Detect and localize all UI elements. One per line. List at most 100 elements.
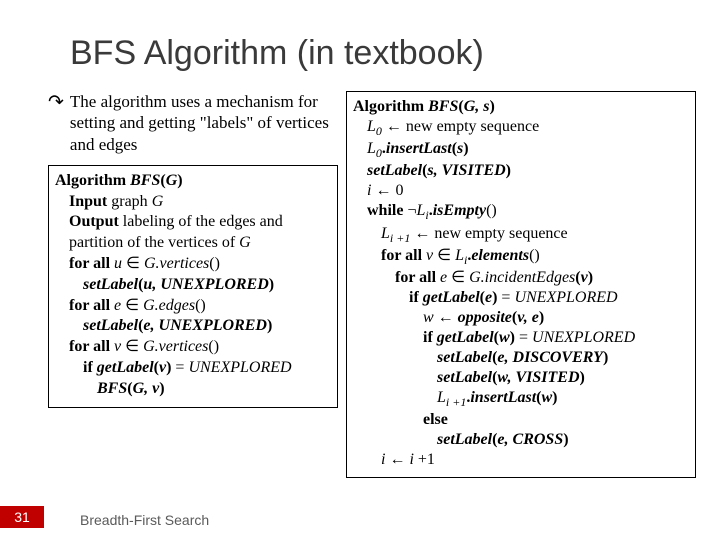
algorithm-right-box: Algorithm BFS(G, s) L0 ← new empty seque… [346,91,696,478]
arg: s, VISITED [427,162,505,179]
algo-line: L0 ← new empty sequence [367,117,689,139]
p: ) [552,389,557,406]
arg: e, UNEXPLORED [143,317,267,334]
fn: opposite [458,309,512,326]
p: ) [588,269,593,286]
txt: +1 [414,451,435,468]
algo-line: setLabel(u, UNEXPLORED) [83,275,331,296]
fn: BFS [428,98,458,115]
var: G [239,234,251,251]
p: () [529,247,540,264]
sym: ∈ [447,269,469,286]
arg: v [581,269,588,286]
p: () [208,338,219,355]
arg: G, s [464,98,490,115]
arg: e, CROSS [497,431,563,448]
p: ) [159,380,164,397]
sym: = [519,329,528,346]
var: G.vertices [144,255,209,272]
var: L [367,140,376,157]
bullet-text: The algorithm uses a mechanism for setti… [70,91,338,155]
bullet-icon: ↷ [48,91,64,115]
algo-line: for all u ∈ G.vertices() [69,254,331,275]
const: UNEXPLORED [510,289,617,306]
p: ) [267,317,272,334]
const: UNEXPLORED [528,329,635,346]
sym: ∈ [121,338,143,355]
fn: setLabel [83,317,138,334]
fn: getLabel [437,329,494,346]
kw: Algorithm [55,172,126,189]
fn: BFS [97,380,127,397]
kw: else [423,411,448,428]
algo-line: L0.insertLast(s) [367,139,689,161]
txt: graph [107,193,151,210]
kw: Input [69,193,107,210]
sym: ∈ [121,297,143,314]
arg: u, UNEXPLORED [143,276,268,293]
p: ) [269,276,274,293]
algo-line: for all e ∈ G.incidentEdges(v) [395,268,689,288]
var: L [455,247,464,264]
kw: if [423,329,437,346]
algo-line: setLabel(s, VISITED) [367,161,689,181]
left-column: ↷ The algorithm uses a mechanism for set… [22,91,338,478]
var: L [367,118,376,135]
algo-line: w ← opposite(v, e) [423,308,689,328]
fn: isEmpty [433,202,486,219]
kw: for all [69,297,114,314]
kw: if [83,359,97,376]
p: ) [463,140,468,157]
var: w [423,309,434,326]
algo-line: setLabel(e, CROSS) [437,430,689,450]
algo-line: setLabel(w, VISITED) [437,368,689,388]
p: ) [177,172,182,189]
subscript: i +1 [446,395,466,409]
algo-line: else [423,410,689,430]
var: u [114,255,122,272]
var: L [381,225,390,242]
bullet-item: ↷ The algorithm uses a mechanism for set… [48,91,338,155]
p: ) [506,162,511,179]
p: ) [580,369,585,386]
fn: setLabel [83,276,138,293]
p: ) [563,431,568,448]
algo-line: if getLabel(w) = UNEXPLORED [423,328,689,348]
fn: elements [471,247,529,264]
fn: setLabel [367,162,422,179]
algo-line: if getLabel(e) = UNEXPLORED [409,288,689,308]
var: G.incidentEdges [469,269,575,286]
arg: v, e [517,309,539,326]
algo-line: if getLabel(v) = UNEXPLORED [83,358,331,379]
algo-line: Li +1.insertLast(w) [437,388,689,410]
fn: setLabel [437,431,492,448]
fn: BFS [130,172,160,189]
var: L [437,389,446,406]
txt: ← new empty sequence [382,118,539,135]
kw: if [409,289,423,306]
fn: insertLast [386,140,452,157]
kw: for all [381,247,426,264]
algo-line: i ← i +1 [381,450,689,470]
fn: setLabel [437,369,492,386]
subscript: i +1 [390,231,410,245]
const: UNEXPLORED [184,359,291,376]
algo-line: for all v ∈ Li.elements() [381,246,689,268]
arg: w, VISITED [497,369,579,386]
p: () [209,255,220,272]
kw: for all [395,269,440,286]
fn: getLabel [423,289,480,306]
p: () [195,297,206,314]
algo-line: Algorithm BFS(G, s) [353,97,689,117]
var: G.vertices [143,338,208,355]
algo-line: Input graph G [69,192,331,213]
txt: ← 0 [371,182,403,199]
algo-line: for all e ∈ G.edges() [69,296,331,317]
p: ) [489,98,494,115]
fn: insertLast [470,389,536,406]
algo-line: setLabel(e, UNEXPLORED) [83,316,331,337]
algo-line: setLabel(e, DISCOVERY) [437,348,689,368]
kw: Output [69,213,119,230]
algo-line: BFS(G, v) [97,379,331,400]
algo-line: i ← 0 [367,181,689,201]
